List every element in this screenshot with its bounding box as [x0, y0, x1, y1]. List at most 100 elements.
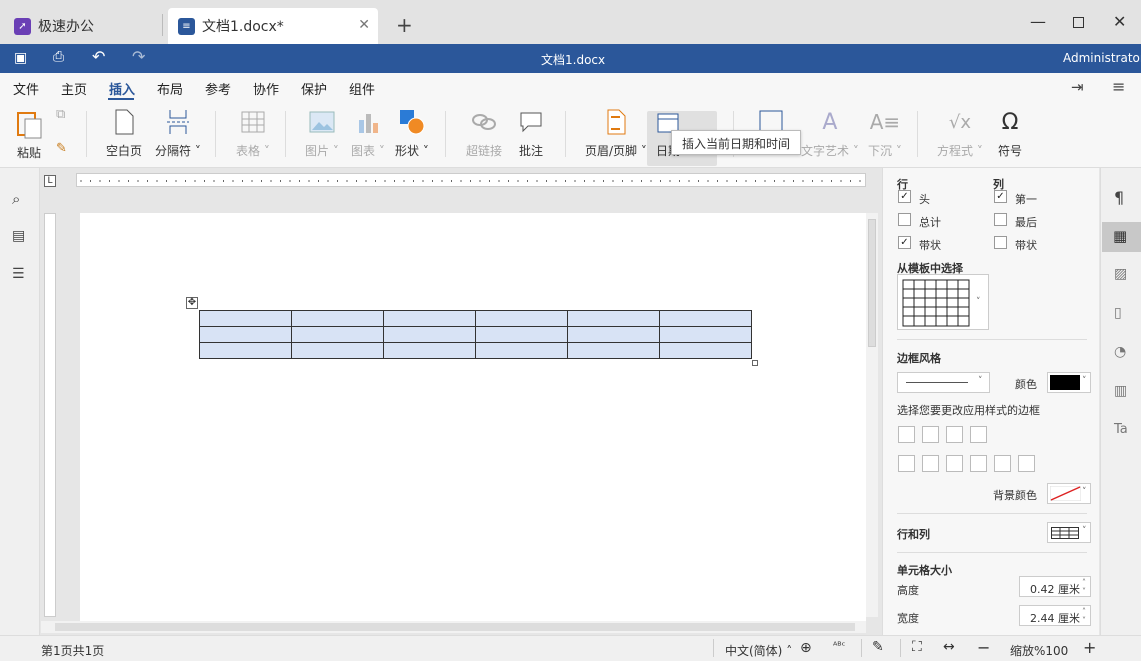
- menu-home[interactable]: 主页: [61, 79, 87, 98]
- menu-protect[interactable]: 保护: [301, 79, 327, 98]
- language-selector[interactable]: 中文(简体) ˄: [725, 642, 792, 659]
- table-cell[interactable]: [659, 326, 752, 343]
- cell-height-input[interactable]: 0.42 厘米 ˄ ˅: [1019, 576, 1091, 597]
- tab-document[interactable]: ≡ 文档1.docx* ✕: [168, 8, 378, 44]
- menu-collaborate[interactable]: 协作: [253, 79, 279, 98]
- table-cell[interactable]: [199, 326, 292, 343]
- header-row-checkbox[interactable]: ✓: [898, 190, 911, 203]
- stepper-icon[interactable]: ˄ ˅: [1082, 607, 1086, 625]
- cell-width-input[interactable]: 2.44 厘米 ˄ ˅: [1019, 605, 1091, 626]
- border-top-button[interactable]: [970, 455, 987, 472]
- table-cell[interactable]: [291, 310, 384, 327]
- textart-button[interactable]: A 文字艺术 ˅: [801, 109, 859, 159]
- paste-button[interactable]: 粘贴: [14, 109, 44, 161]
- border-left-button[interactable]: [898, 455, 915, 472]
- rows-columns-button[interactable]: ˅: [1047, 522, 1091, 543]
- tab-home[interactable]: ➚ 极速办公: [4, 8, 104, 44]
- textart-settings-icon[interactable]: Ta: [1114, 422, 1128, 437]
- menu-plugins[interactable]: 组件: [349, 79, 375, 98]
- fit-width-icon[interactable]: ↔: [943, 639, 955, 655]
- symbol-button[interactable]: Ω 符号: [997, 109, 1023, 159]
- scrollbar-thumb[interactable]: [868, 219, 876, 347]
- navigation-icon[interactable]: ☰: [12, 266, 25, 282]
- table-cell[interactable]: [199, 342, 292, 359]
- track-changes-icon[interactable]: ✎: [872, 639, 884, 655]
- save-icon[interactable]: ▣: [14, 50, 27, 66]
- chart-settings-icon[interactable]: ▥: [1114, 383, 1127, 399]
- undo-icon[interactable]: ↶: [92, 47, 105, 66]
- chart-button[interactable]: 图表 ˅: [351, 109, 385, 159]
- table-row[interactable]: [199, 342, 752, 359]
- table-template-picker[interactable]: ˅: [897, 274, 989, 330]
- shape-button[interactable]: 形状 ˅: [395, 109, 429, 159]
- spellcheck-icon[interactable]: ᴬᴮᶜ: [833, 641, 845, 652]
- table-button[interactable]: 表格 ˅: [236, 109, 270, 159]
- print-icon[interactable]: ⎙: [53, 49, 64, 65]
- header-footer-settings-icon[interactable]: ▯: [1114, 305, 1122, 321]
- new-tab-button[interactable]: +: [396, 13, 413, 37]
- scrollbar-thumb[interactable]: [55, 623, 855, 631]
- table-row[interactable]: [199, 326, 752, 343]
- copy-icon[interactable]: ⧉: [56, 107, 65, 122]
- border-none-button[interactable]: [970, 426, 987, 443]
- table-cell[interactable]: [659, 310, 752, 327]
- border-outer-button[interactable]: [922, 426, 939, 443]
- horizontal-ruler[interactable]: [76, 173, 866, 187]
- zoom-in-button[interactable]: +: [1083, 638, 1096, 657]
- table-move-handle[interactable]: ✥: [186, 297, 198, 309]
- header-footer-button[interactable]: 页眉/页脚 ˅: [585, 109, 647, 159]
- tab-stop-selector[interactable]: L: [44, 175, 56, 187]
- vertical-ruler[interactable]: [44, 213, 56, 617]
- table-cell[interactable]: [383, 310, 476, 327]
- fit-page-icon[interactable]: ⛶: [912, 639, 922, 655]
- shape-settings-icon[interactable]: ◔: [1114, 344, 1126, 360]
- vertical-scrollbar[interactable]: [866, 213, 878, 617]
- document-table[interactable]: [199, 310, 752, 359]
- document-page[interactable]: [80, 213, 866, 623]
- border-vertical-inner-button[interactable]: [922, 455, 939, 472]
- image-button[interactable]: 图片 ˅: [305, 109, 339, 159]
- table-cell[interactable]: [475, 342, 568, 359]
- menu-file[interactable]: 文件: [13, 79, 39, 98]
- globe-icon[interactable]: ⊕: [800, 640, 812, 656]
- table-cell[interactable]: [567, 342, 660, 359]
- close-tab-icon[interactable]: ✕: [358, 17, 370, 33]
- table-cell[interactable]: [291, 326, 384, 343]
- comments-icon[interactable]: ▤: [12, 228, 25, 244]
- table-cell[interactable]: [567, 310, 660, 327]
- table-cell[interactable]: [383, 326, 476, 343]
- total-row-checkbox[interactable]: [898, 213, 911, 226]
- border-color-picker[interactable]: ˅: [1047, 372, 1091, 393]
- stepper-icon[interactable]: ˄ ˅: [1082, 578, 1086, 596]
- maximize-button[interactable]: [1073, 17, 1084, 28]
- horizontal-scrollbar[interactable]: [41, 621, 866, 633]
- table-cell[interactable]: [383, 342, 476, 359]
- hamburger-menu-icon[interactable]: ≡: [1112, 77, 1125, 96]
- comment-button[interactable]: 批注: [518, 109, 544, 159]
- separator-button[interactable]: 分隔符 ˅: [155, 109, 201, 159]
- search-icon[interactable]: ⌕: [12, 190, 20, 208]
- menu-references[interactable]: 参考: [205, 79, 231, 98]
- redo-icon[interactable]: ↷: [132, 47, 145, 66]
- blank-page-button[interactable]: 空白页: [106, 109, 142, 159]
- menu-insert[interactable]: 插入: [109, 79, 135, 98]
- border-inner-button[interactable]: [946, 426, 963, 443]
- paragraph-settings-icon[interactable]: ¶: [1114, 188, 1124, 207]
- table-cell[interactable]: [475, 310, 568, 327]
- format-painter-icon[interactable]: ✎: [56, 141, 67, 156]
- zoom-out-button[interactable]: −: [977, 638, 990, 657]
- last-column-checkbox[interactable]: [994, 213, 1007, 226]
- banded-columns-checkbox[interactable]: [994, 236, 1007, 249]
- border-horizontal-inner-button[interactable]: [994, 455, 1011, 472]
- background-color-picker[interactable]: ˅: [1047, 483, 1091, 504]
- table-row[interactable]: [199, 310, 752, 327]
- window-close-button[interactable]: ✕: [1113, 12, 1126, 31]
- banded-rows-checkbox[interactable]: ✓: [898, 236, 911, 249]
- border-bottom-button[interactable]: [1018, 455, 1035, 472]
- menu-layout[interactable]: 布局: [157, 79, 183, 98]
- open-location-icon[interactable]: ⇥: [1071, 78, 1084, 96]
- table-resize-handle[interactable]: [752, 360, 758, 366]
- table-cell[interactable]: [475, 326, 568, 343]
- border-style-select[interactable]: ˅: [897, 372, 990, 393]
- table-cell[interactable]: [291, 342, 384, 359]
